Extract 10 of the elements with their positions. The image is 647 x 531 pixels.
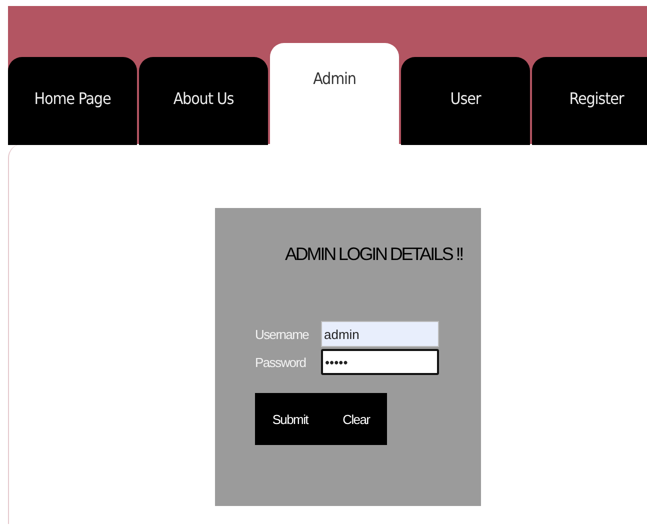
nav-tab[interactable]: Register	[532, 57, 647, 145]
nav-tab[interactable]: Admin	[270, 43, 399, 145]
field-label: Username	[255, 326, 310, 342]
input-field[interactable]: •••••	[321, 349, 439, 375]
input-field[interactable]: admin	[321, 321, 439, 347]
nav-tab[interactable]: User	[401, 57, 530, 145]
login-title: ADMIN LOGIN DETAILS !!	[285, 244, 464, 265]
nav-tab[interactable]: Home Page	[8, 57, 137, 145]
nav-tab[interactable]: About Us	[139, 57, 268, 145]
field-label: Password	[255, 354, 307, 370]
